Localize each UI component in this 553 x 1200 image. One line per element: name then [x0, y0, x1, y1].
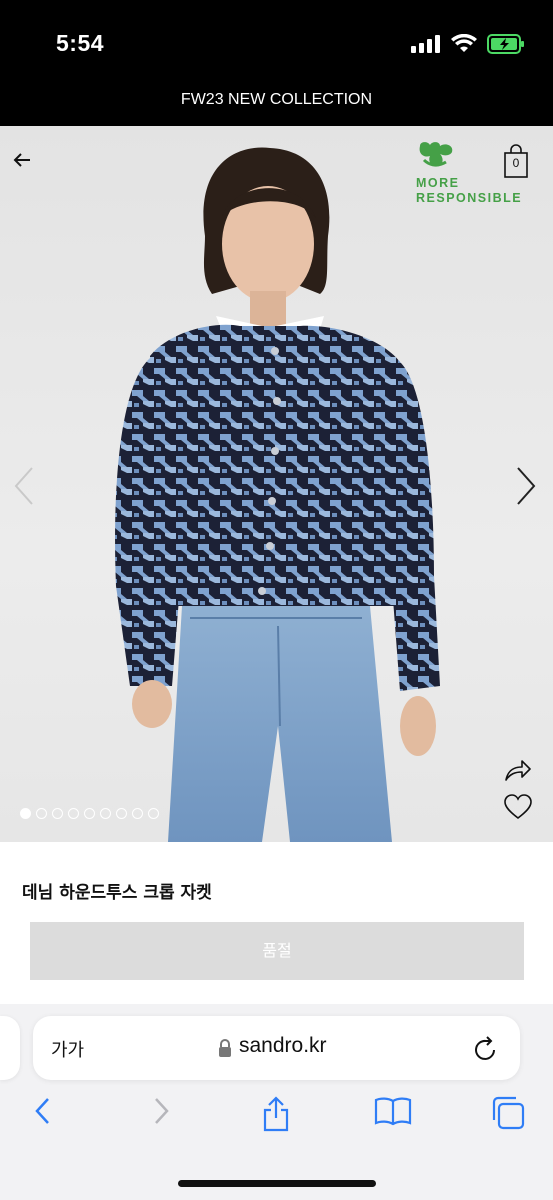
app-screen: 5:54 FW23 NEW COLLECTION MORE RESPONSIBL… [0, 0, 553, 1200]
safari-browser-chrome: 가가 sandro.kr [0, 1004, 553, 1200]
badge-line2: RESPONSIBLE [416, 191, 523, 205]
pagination-dot[interactable] [100, 808, 111, 819]
status-time: 5:54 [56, 30, 105, 56]
gallery-pagination-dots[interactable] [20, 808, 159, 819]
cart-count: 0 [512, 156, 520, 170]
wishlist-heart-icon[interactable] [504, 794, 532, 820]
wifi-icon [451, 34, 477, 52]
home-indicator [178, 1180, 376, 1187]
battery-icon [487, 34, 524, 54]
tabs-icon[interactable] [490, 1096, 526, 1130]
pagination-dot[interactable] [20, 808, 31, 819]
pagination-dot[interactable] [148, 808, 159, 819]
product-info-panel: 데님 하운드투스 크롭 자켓 품절 [0, 842, 553, 1004]
badge-line1: MORE [416, 176, 460, 190]
promo-text: FW23 NEW COLLECTION [180, 91, 373, 108]
pagination-dot[interactable] [132, 808, 143, 819]
promo-banner[interactable]: FW23 NEW COLLECTION [0, 80, 553, 126]
back-chevron-icon[interactable] [32, 1096, 54, 1126]
leaf-logo-icon [419, 142, 453, 167]
signal-icon [411, 35, 440, 53]
forward-chevron-icon[interactable] [150, 1096, 172, 1126]
product-name: 데님 하운드투스 크롭 자켓 [22, 883, 212, 903]
previous-tab-edge[interactable] [0, 1016, 20, 1080]
product-image-gallery[interactable]: MORE RESPONSIBLE 0 [0, 126, 553, 842]
previous-image-arrow-icon[interactable] [10, 466, 40, 506]
pagination-dot[interactable] [52, 808, 63, 819]
address-bar[interactable]: 가가 sandro.kr [33, 1016, 520, 1080]
product-photo [115, 147, 440, 842]
url-text: sandro.kr [239, 1034, 327, 1057]
reload-icon[interactable] [473, 1034, 499, 1062]
status-bar: 5:54 [0, 0, 553, 80]
pagination-dot[interactable] [84, 808, 95, 819]
bookmarks-icon[interactable] [374, 1096, 412, 1126]
pagination-dot[interactable] [68, 808, 79, 819]
text-size-button[interactable]: 가가 [51, 1036, 84, 1062]
pagination-dot[interactable] [116, 808, 127, 819]
share-sheet-icon[interactable] [260, 1096, 292, 1132]
lock-icon [219, 1039, 231, 1057]
browser-toolbar [0, 1096, 553, 1140]
share-icon[interactable] [504, 758, 532, 782]
sold-out-button[interactable]: 품절 [30, 922, 524, 980]
back-arrow-icon[interactable] [10, 148, 34, 172]
next-image-arrow-icon[interactable] [512, 466, 542, 506]
status-icons [411, 34, 525, 54]
pagination-dot[interactable] [36, 808, 47, 819]
